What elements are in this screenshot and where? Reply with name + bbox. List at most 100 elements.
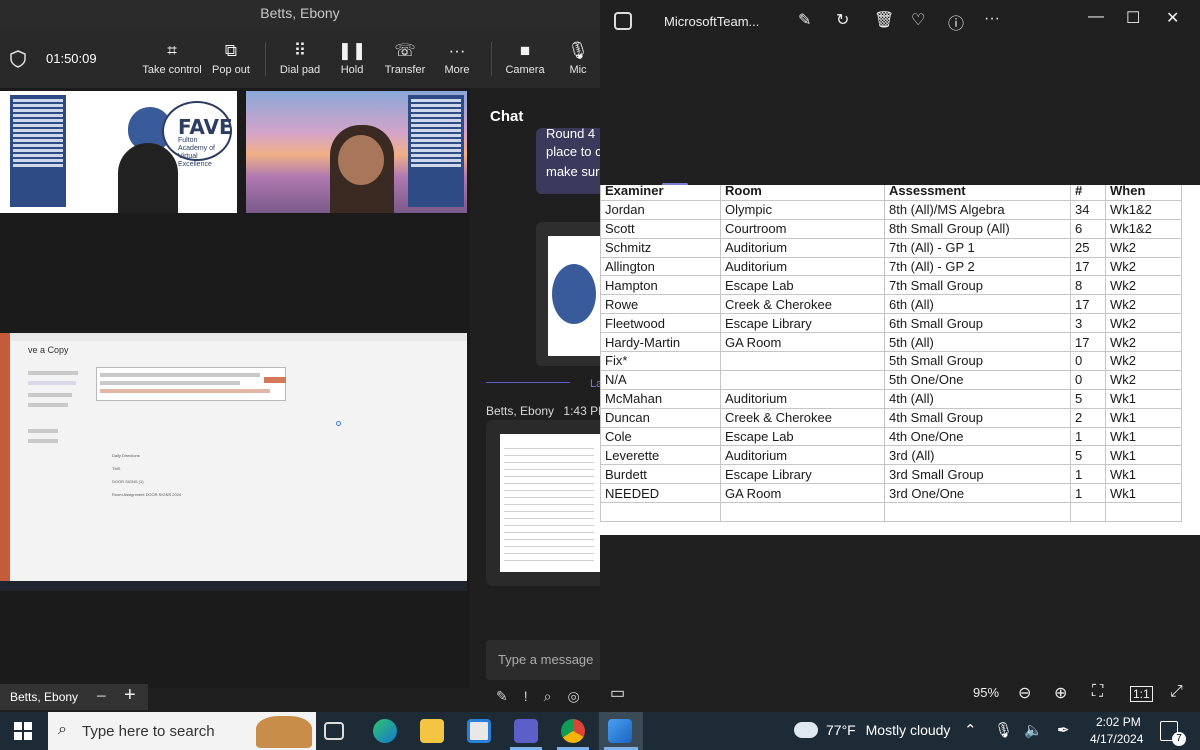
photos-app-icon [614, 12, 632, 30]
table-cell: McMahan [600, 388, 721, 409]
table-cell: Wk1 [1105, 407, 1182, 428]
photo-image[interactable]: Examiner Room Assessment # When Jordan Ol… [600, 185, 1200, 535]
more-button[interactable]: ··· More [427, 38, 487, 76]
speaker-icon[interactable]: 🔈 [1024, 721, 1043, 739]
info-icon[interactable]: ⓘ [948, 10, 964, 34]
table-row: Hardy-Martin GA Room 5th (All) 17 Wk2 [600, 332, 1182, 353]
photos-viewer-window: MicrosoftTeam... ✎ ↻ 🗑 ♡ ⓘ ··· — ☐ ✕ Exa… [600, 0, 1200, 712]
table-cell: Rowe [600, 294, 721, 315]
photos-icon[interactable] [608, 719, 632, 743]
table-row: Jordan Olympic 8th (All)/MS Algebra 34 Wk1&2 [600, 199, 1182, 220]
table-cell [600, 502, 721, 523]
call-timer: 01:50:09 [46, 51, 97, 66]
chat-message-bubble[interactable]: Round 4 place to c make sur [536, 126, 602, 194]
more-icon: ··· [448, 41, 466, 60]
full-screen-icon[interactable]: ⤢ [1170, 683, 1183, 701]
table-cell: Creek & Cherokee [720, 294, 885, 315]
weather-widget[interactable]: 77°F Mostly cloudy [826, 722, 950, 738]
table-cell: Escape Lab [720, 275, 885, 296]
hold-button[interactable]: ❚❚ Hold [322, 38, 382, 76]
photos-titlebar: MicrosoftTeam... ✎ ↻ 🗑 ♡ ⓘ ··· — ☐ ✕ [600, 0, 1200, 44]
delete-icon[interactable]: 🗑 [874, 10, 894, 30]
camera-button[interactable]: ■ Camera [495, 38, 555, 76]
chat-image-card[interactable] [536, 222, 600, 366]
participant-video-tile[interactable] [246, 91, 467, 213]
table-cell: 0 [1070, 351, 1106, 371]
zoom-out-icon[interactable]: ⊖ [1018, 683, 1031, 703]
edge-icon[interactable] [373, 719, 397, 743]
table-cell: Cole [600, 426, 721, 447]
table-cell: Wk1 [1105, 445, 1182, 466]
shared-app-sidebar [0, 333, 10, 591]
table-cell: 17 [1070, 294, 1106, 315]
take-control-button[interactable]: ⌗ Take control [142, 38, 202, 76]
toolbar-divider [491, 42, 492, 76]
microsoft-store-icon[interactable] [467, 719, 491, 743]
participant-video-tile[interactable]: FAVE Fulton Academy of Virtual Excellenc… [0, 91, 237, 213]
mission-poster [408, 95, 464, 207]
table-row: NEEDED GA Room 3rd One/One 1 Wk1 [600, 483, 1182, 504]
shared-folder-item: TMS [112, 466, 121, 471]
microphone-icon[interactable]: 🎙 [994, 721, 1013, 739]
start-button[interactable] [14, 722, 32, 740]
maximize-icon[interactable]: ☐ [1126, 8, 1140, 28]
fit-to-window-icon[interactable]: ⛶ [1092, 683, 1103, 701]
message-input[interactable]: Type a message [486, 640, 600, 680]
format-icon[interactable]: ✎ [496, 688, 524, 704]
fave-brand: FAVE [178, 115, 233, 139]
table-cell [1070, 502, 1106, 523]
table-cell: N/A [600, 369, 721, 390]
dial-pad-button[interactable]: ⠿ Dial pad [270, 38, 330, 76]
table-cell: 0 [1070, 369, 1106, 390]
minimize-icon[interactable]: — [1088, 8, 1104, 26]
file-explorer-icon[interactable] [420, 719, 444, 743]
important-icon[interactable]: ! [524, 688, 544, 704]
task-view-icon[interactable] [324, 722, 344, 740]
chat-image-thumbnail [548, 236, 600, 356]
chat-image-thumbnail [500, 434, 600, 572]
chrome-icon[interactable] [561, 719, 585, 743]
mic-button[interactable]: 🎙 Mic [548, 38, 608, 76]
column-header: Assessment [884, 185, 1071, 201]
chat-image-message[interactable] [486, 420, 600, 586]
taskbar-search-box[interactable]: ⌕ Type here to search [48, 712, 316, 750]
clock-time[interactable]: 2:02 PM [1096, 715, 1141, 729]
actual-size-icon[interactable]: 1:1 [1130, 686, 1153, 702]
close-icon[interactable]: ✕ [1166, 8, 1179, 28]
clock-date[interactable]: 4/17/2024 [1090, 732, 1143, 746]
zoom-out-button[interactable]: − [96, 686, 107, 707]
table-cell: 17 [1070, 332, 1106, 353]
more-options-icon[interactable]: ··· [984, 10, 1000, 28]
zoom-in-icon[interactable]: ⊕ [1054, 683, 1067, 703]
table-cell: Wk2 [1105, 351, 1182, 371]
table-cell: 1 [1070, 464, 1106, 485]
table-cell: 5th Small Group [884, 351, 1071, 371]
pen-icon[interactable]: ✒ [1057, 721, 1070, 739]
shared-app-titlebar [10, 333, 467, 341]
table-row: Leverette Auditorium 3rd (All) 5 Wk1 [600, 445, 1182, 466]
participant-face [338, 135, 384, 185]
favorite-icon[interactable]: ♡ [911, 10, 925, 30]
table-cell: 6th (All) [884, 294, 1071, 315]
table-cell: Creek & Cherokee [720, 407, 885, 428]
teams-icon[interactable] [514, 719, 538, 743]
pop-out-button[interactable]: ⧉ Pop out [201, 38, 261, 76]
loop-icon[interactable]: ◎ [567, 688, 595, 704]
table-cell: 5 [1070, 445, 1106, 466]
table-cell: Wk1&2 [1105, 218, 1182, 239]
chevron-up-icon[interactable]: ⌃ [964, 721, 977, 739]
transfer-button[interactable]: ☏ Transfer [375, 38, 435, 76]
rotate-icon[interactable]: ↻ [836, 10, 849, 30]
weather-description: Mostly cloudy [865, 722, 951, 738]
filmstrip-icon[interactable]: ▭ [610, 683, 625, 703]
chat-message-line: make sur [546, 164, 600, 179]
photo-canvas: Examiner Room Assessment # When Jordan Ol… [600, 44, 1200, 674]
table-cell: Wk2 [1105, 256, 1182, 277]
participant-silhouette [118, 143, 178, 213]
zoom-in-button[interactable]: + [124, 684, 136, 707]
edit-image-icon[interactable]: ✎ [798, 10, 811, 30]
attach-icon[interactable]: ⌕ [544, 688, 568, 704]
search-icon: ⌕ [58, 721, 67, 738]
table-cell: Wk2 [1105, 369, 1182, 390]
shared-screen-tile[interactable]: ve a Copy Daily Directions TMS DOOR SIGN… [0, 333, 467, 591]
